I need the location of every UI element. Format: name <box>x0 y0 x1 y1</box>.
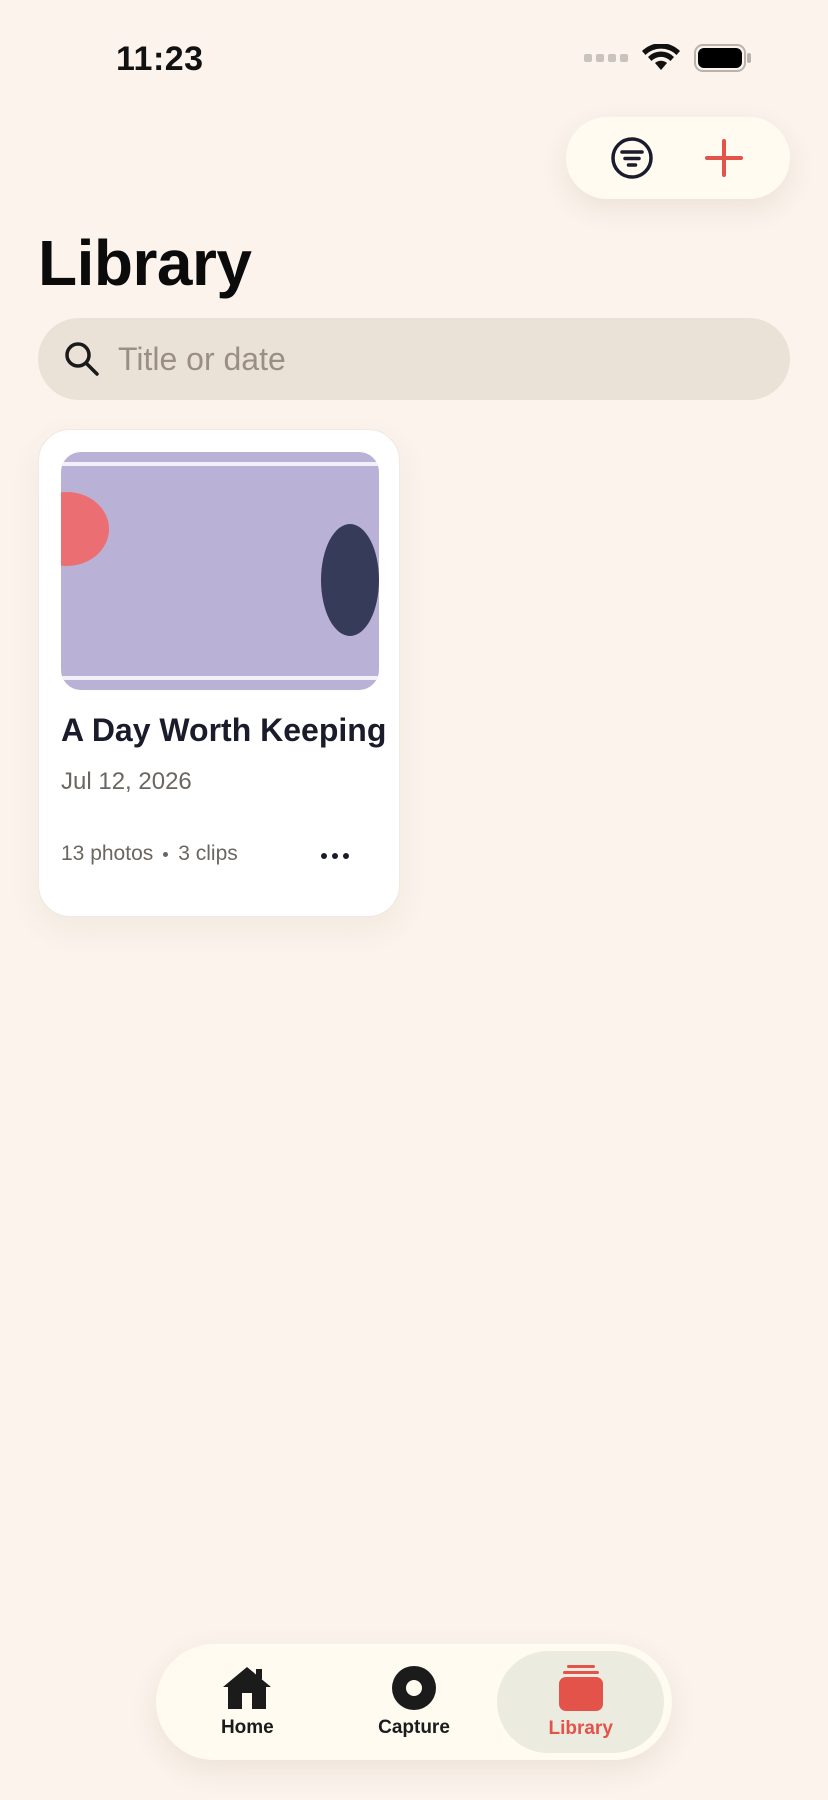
tab-bar: Home Capture Library <box>156 1644 672 1760</box>
search-input[interactable] <box>118 340 718 378</box>
stack-icon <box>558 1665 603 1711</box>
search-icon <box>65 342 99 376</box>
plus-icon <box>705 139 743 177</box>
tab-capture[interactable]: Capture <box>331 1651 498 1753</box>
more-dot <box>343 853 349 859</box>
tab-home[interactable]: Home <box>164 1651 331 1753</box>
thumbnail-stripe <box>61 462 379 466</box>
filter-icon <box>611 137 653 179</box>
search-bar[interactable] <box>38 318 790 400</box>
page-title: Library <box>38 227 252 299</box>
wifi-icon <box>642 44 680 72</box>
more-dot <box>321 853 327 859</box>
thumbnail-oval-shape <box>321 524 379 636</box>
more-options-button[interactable] <box>309 834 361 878</box>
battery-icon <box>694 44 752 72</box>
top-actions <box>566 117 790 199</box>
cellular-signal-icon <box>584 54 628 62</box>
memory-card[interactable]: A Day Worth Keeping Jul 12, 2026 13 phot… <box>38 429 400 917</box>
memory-thumbnail <box>61 452 379 690</box>
more-dot <box>332 853 338 859</box>
thumbnail-stripe <box>61 676 379 680</box>
memory-stats: 13 photos 3 clips <box>61 842 238 866</box>
thumbnail-circle-shape <box>61 492 109 566</box>
tab-label: Library <box>548 1718 613 1739</box>
photo-count: 13 photos <box>61 842 154 865</box>
status-time: 11:23 <box>116 40 204 78</box>
tab-label: Capture <box>378 1717 450 1738</box>
filter-button[interactable] <box>602 128 662 188</box>
library-screen: 11:23 Library Title or date A Day Worth … <box>0 0 828 1800</box>
house-icon <box>223 1667 272 1709</box>
memory-date: Jul 12, 2026 <box>61 768 192 795</box>
separator-dot <box>163 851 169 857</box>
status-indicators <box>584 44 752 72</box>
memory-title: A Day Worth Keeping <box>61 712 387 748</box>
clip-count: 3 clips <box>178 842 238 865</box>
tab-label: Home <box>220 1717 274 1738</box>
add-button[interactable] <box>694 128 754 188</box>
record-icon <box>392 1666 436 1710</box>
tab-library[interactable]: Library <box>497 1651 665 1753</box>
